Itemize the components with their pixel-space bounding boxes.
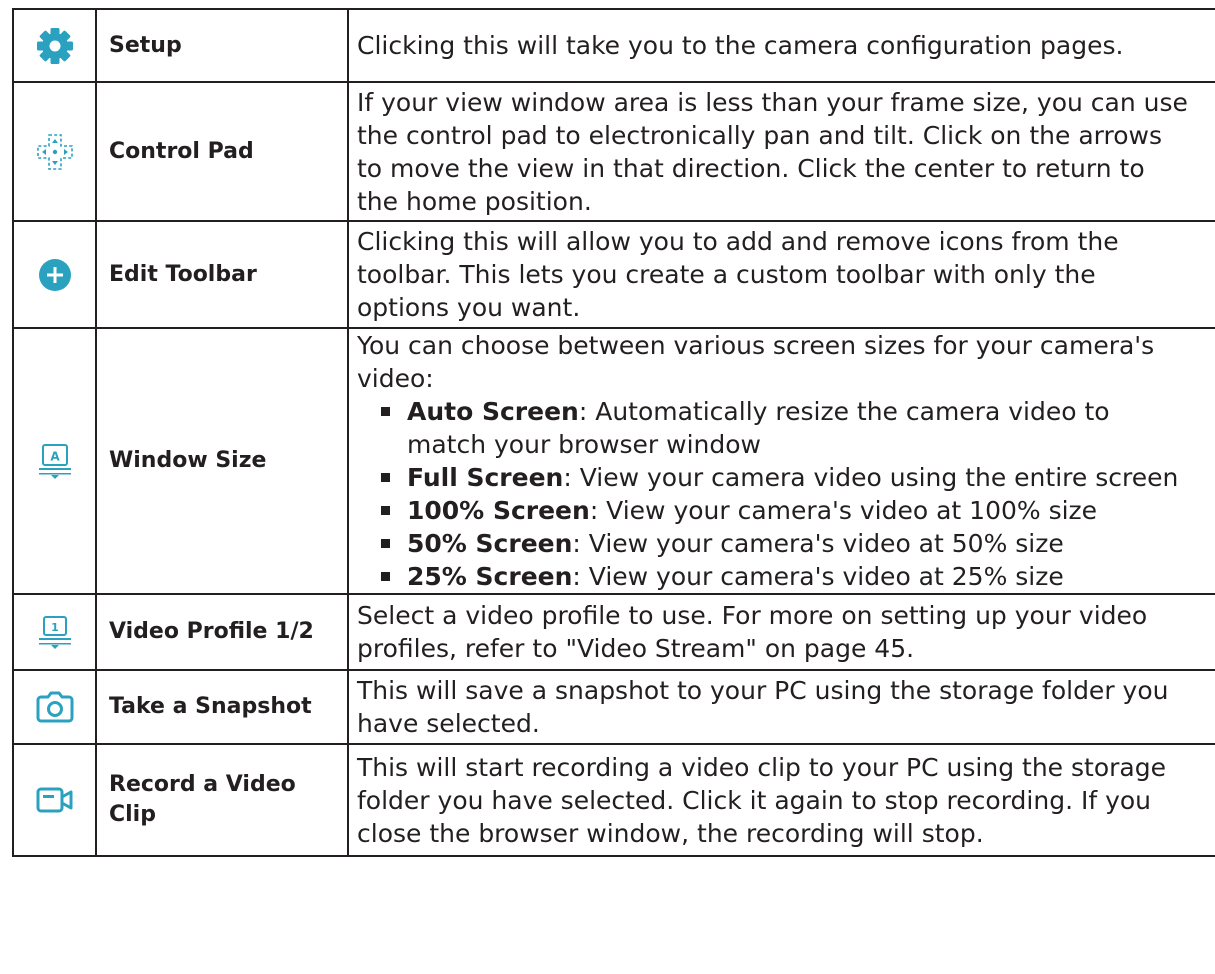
table-row-window-size: A Window Size You can choose between var… [12, 327, 1215, 595]
control-pad-icon [36, 133, 73, 170]
feature-description: Clicking this will allow you to add and … [347, 220, 1215, 329]
feature-name: Setup [95, 8, 349, 83]
feature-name: Control Pad [95, 81, 349, 222]
list-item: Auto Screen: Automatically resize the ca… [381, 395, 1215, 461]
feature-description: You can choose between various screen si… [347, 327, 1215, 595]
video-camera-icon [36, 787, 72, 813]
icon-cell: A [12, 327, 97, 595]
icon-cell [12, 669, 97, 745]
feature-name: Edit Toolbar [95, 220, 349, 329]
feature-description: Select a video profile to use. For more … [347, 593, 1215, 671]
list-item: 100% Screen: View your camera's video at… [381, 494, 1215, 527]
icon-cell [12, 81, 97, 222]
camera-icon [36, 691, 73, 723]
feature-description: Clicking this will take you to the camer… [347, 8, 1215, 83]
icon-cell [12, 8, 97, 83]
table-row-take-snapshot: Take a Snapshot This will save a snapsho… [12, 669, 1215, 745]
gear-icon [36, 27, 73, 64]
icon-cell [12, 743, 97, 857]
svg-text:A: A [50, 450, 60, 464]
feature-description: This will save a snapshot to your PC usi… [347, 669, 1215, 745]
feature-name: Window Size [95, 327, 349, 595]
feature-description: If your view window area is less than yo… [347, 81, 1215, 222]
table-row-record-video: Record a Video Clip This will start reco… [12, 743, 1215, 857]
table-row-edit-toolbar: Edit Toolbar Clicking this will allow yo… [12, 220, 1215, 329]
icon-cell: 1 [12, 593, 97, 671]
icon-cell [12, 220, 97, 329]
table-row-video-profile: 1 Video Profile 1/2 Select a video profi… [12, 593, 1215, 671]
list-item: 50% Screen: View your camera's video at … [381, 527, 1215, 560]
list-item: 25% Screen: View your camera's video at … [381, 560, 1215, 593]
table-row-setup: Setup Clicking this will take you to the… [12, 8, 1215, 83]
video-profile-icon: 1 [38, 616, 71, 649]
feature-name: Take a Snapshot [95, 669, 349, 745]
list-item: Full Screen: View your camera video usin… [381, 461, 1215, 494]
feature-name: Video Profile 1/2 [95, 593, 349, 671]
window-size-icon: A [38, 444, 71, 479]
feature-table: Setup Clicking this will take you to the… [12, 8, 1215, 857]
table-row-control-pad: Control Pad If your view window area is … [12, 81, 1215, 222]
feature-name: Record a Video Clip [95, 743, 349, 857]
svg-text:1: 1 [51, 621, 59, 634]
plus-circle-icon [38, 258, 71, 291]
screen-size-options: Auto Screen: Automatically resize the ca… [357, 395, 1215, 593]
feature-description: This will start recording a video clip t… [347, 743, 1215, 857]
